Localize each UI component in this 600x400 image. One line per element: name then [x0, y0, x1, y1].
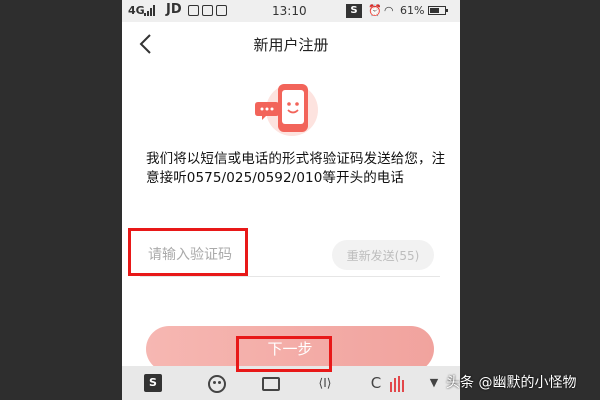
battery-icon: [428, 6, 448, 15]
phone-chat-illustration: [255, 84, 318, 136]
emoji-icon[interactable]: [208, 375, 226, 393]
network-indicator: 4G: [128, 4, 145, 17]
sogou-icon[interactable]: S: [144, 374, 162, 392]
input-underline: [140, 276, 440, 277]
clock: 13:10: [272, 4, 307, 18]
cursor-icon[interactable]: ⟨I⟩: [312, 373, 338, 393]
mail-icon: [216, 5, 227, 16]
jd-app-icon: JD: [166, 2, 182, 17]
bars-icon[interactable]: [390, 376, 406, 392]
verification-code-input[interactable]: [144, 238, 348, 272]
next-step-label: 下一步: [267, 340, 313, 358]
wifi-icon: ◠: [384, 4, 394, 17]
collapse-icon[interactable]: ▼: [424, 373, 444, 393]
sogou-icon: S: [346, 4, 362, 18]
image-icon: [188, 5, 199, 16]
signal-icon: [144, 5, 156, 16]
gallery-icon: [202, 5, 213, 16]
battery-percentage: 61%: [400, 4, 425, 17]
sms-notice-message: 我们将以短信或电话的形式将验证码发送给您，注意接听0575/025/0592/0…: [146, 151, 446, 186]
keyboard-toolbar: S ⟨I⟩ C ▼: [122, 366, 460, 400]
keyboard-icon[interactable]: [262, 377, 280, 391]
status-bar: 4G JD 13:10 S ⏰ ◠ 61%: [122, 0, 460, 22]
phone-screen: 4G JD 13:10 S ⏰ ◠ 61% 新用户注册 我们将以短信或电话的形式…: [122, 0, 460, 400]
clipboard-icon[interactable]: C: [366, 373, 386, 393]
watermark: 头条 @幽默的小怪物: [446, 375, 577, 391]
page-title: 新用户注册: [253, 36, 329, 54]
alarm-icon: ⏰: [368, 4, 382, 17]
app-header: 新用户注册: [122, 22, 460, 66]
battery-level: [430, 8, 439, 13]
resend-code-button[interactable]: 重新发送(55): [332, 240, 434, 270]
